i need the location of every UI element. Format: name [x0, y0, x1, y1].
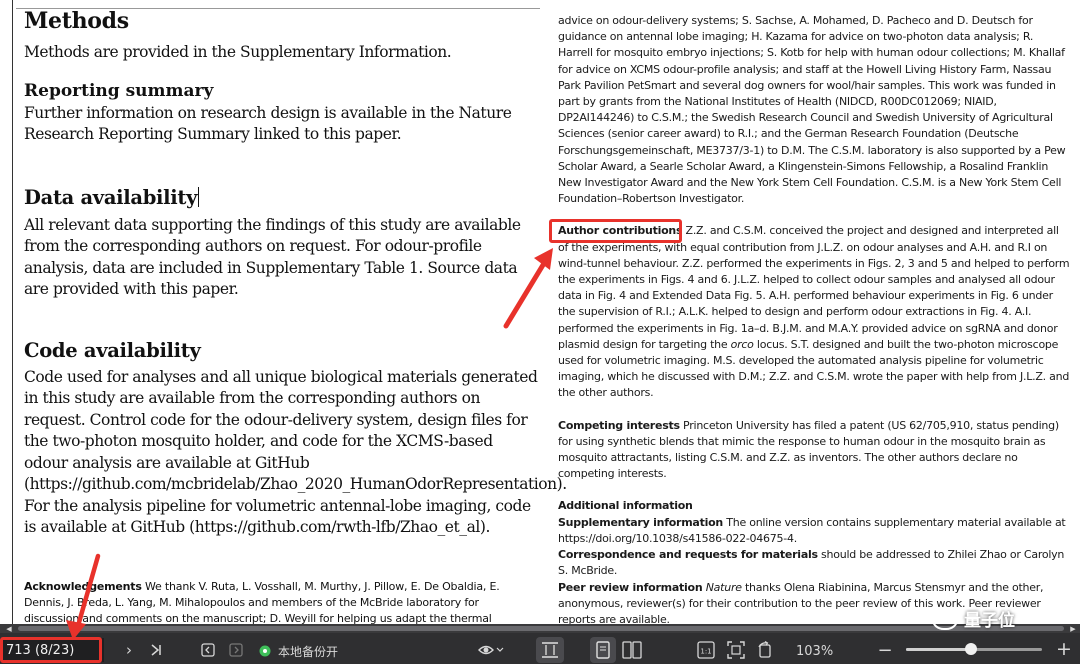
watermark-logo-icon — [932, 607, 958, 630]
reporting-summary-text: Further information on research design i… — [24, 103, 512, 144]
next-page-icon[interactable]: › — [120, 640, 138, 660]
watermark-text: 量子位 — [964, 611, 1015, 631]
two-page-icon[interactable] — [621, 640, 643, 660]
fit-page-icon[interactable] — [726, 640, 746, 660]
backup-status-label[interactable]: 本地备份开 — [278, 641, 338, 661]
text-cursor — [198, 186, 200, 207]
go-forward-icon[interactable] — [226, 640, 246, 660]
code-availability-heading: Code availability — [24, 338, 201, 362]
author-contributions: Author contributions Z.Z. and C.S.M. con… — [558, 223, 1070, 401]
annotation-highlight-box — [549, 219, 682, 243]
funding-text: advice on odour-delivery systems; S. Sac… — [558, 14, 1066, 206]
zoom-in-icon[interactable]: + — [1054, 638, 1074, 660]
watermark: 量子位 — [932, 606, 1015, 631]
methods-text: Methods are provided in the Supplementar… — [24, 43, 452, 61]
peer-review-label: Peer review information — [558, 580, 703, 594]
additional-information-heading: Additional information — [558, 499, 693, 513]
annotation-page-arrow-icon — [66, 553, 101, 640]
zoom-slider-fill — [906, 648, 972, 651]
scroll-left-icon[interactable]: ◀ — [4, 625, 14, 633]
right-column: advice on odour-delivery systems; S. Sac… — [558, 13, 1070, 624]
reporting-summary-heading: Reporting summary — [24, 80, 214, 101]
supplementary-information: Supplementary information The online ver… — [558, 515, 1070, 547]
scrollbar-thumb[interactable] — [18, 626, 1064, 631]
data-availability-heading: Data availability — [24, 185, 198, 209]
single-page-icon[interactable] — [593, 640, 613, 660]
actual-size-icon[interactable]: 1:1 — [696, 640, 716, 660]
annotation-arrow-icon — [503, 248, 553, 329]
zoom-out-icon[interactable]: − — [876, 640, 894, 661]
left-column: Methods Methods are provided in the Supp… — [24, 6, 567, 539]
fit-width-icon[interactable] — [540, 640, 560, 660]
pdf-page: Methods Methods are provided in the Supp… — [0, 0, 1080, 624]
supplementary-information-label: Supplementary information — [558, 515, 724, 529]
data-availability-heading-wrap: Data availability — [24, 183, 540, 213]
author-contributions-text-a: Z.Z. and C.S.M. conceived the project an… — [558, 224, 1070, 351]
correspondence-label: Correspondence and requests for material… — [558, 548, 818, 562]
svg-text:1:1: 1:1 — [700, 648, 711, 656]
rotate-icon[interactable] — [755, 640, 775, 660]
code-availability-text: Code used for analyses and all unique bi… — [24, 367, 567, 537]
backup-status-icon — [258, 644, 272, 658]
author-contributions-orco: orco — [730, 337, 754, 351]
page-margin-line — [12, 0, 13, 624]
competing-interests-label: Competing interests — [558, 418, 680, 432]
last-page-icon[interactable] — [146, 640, 166, 660]
correspondence: Correspondence and requests for material… — [558, 547, 1070, 579]
methods-heading: Methods — [24, 8, 129, 34]
scroll-right-icon[interactable]: ▶ — [1068, 625, 1078, 633]
zoom-level[interactable]: 103% — [796, 641, 833, 661]
data-availability-text: All relevant data supporting the finding… — [24, 215, 521, 299]
competing-interests: Competing interests Princeton University… — [558, 418, 1070, 483]
go-back-icon[interactable] — [198, 640, 218, 660]
read-mode-eye-icon[interactable] — [476, 640, 506, 660]
peer-review-journal: Nature — [705, 580, 742, 594]
